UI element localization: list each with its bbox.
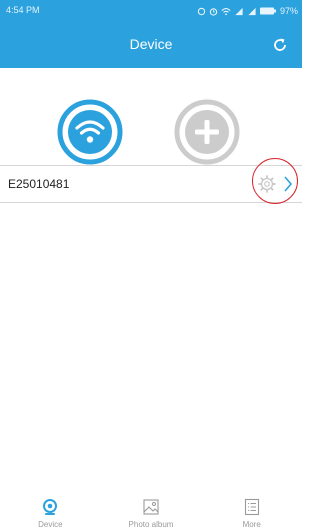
alarm-icon [197, 7, 206, 15]
nav-label-device: Device [38, 520, 63, 529]
image-icon [143, 499, 159, 515]
list-icon [244, 498, 259, 516]
nav-label-photo-album: Photo album [128, 520, 174, 529]
add-device-button[interactable] [172, 97, 242, 167]
nav-item-photo-album[interactable]: Photo album [101, 497, 202, 531]
signal-icon [235, 7, 243, 15]
battery-icon [259, 7, 276, 15]
timer-icon [209, 7, 218, 16]
nav-item-device[interactable]: Device [0, 497, 101, 531]
nav-label-more: More [242, 520, 261, 529]
nav-item-more[interactable]: More [201, 497, 302, 531]
wifi-status-icon [221, 7, 231, 15]
camera-icon [43, 499, 58, 515]
page-title: Device [129, 36, 173, 52]
signal-icon-2 [248, 7, 256, 15]
status-bar: 4:54 PM 97% [0, 0, 302, 22]
status-time: 4:54 PM [6, 5, 40, 15]
battery-percent: 97% [279, 6, 298, 16]
add-wifi-device-button[interactable] [55, 97, 125, 167]
bottom-nav: Device Photo album More [0, 497, 302, 531]
app-header: 4:54 PM 97% Device [0, 0, 302, 68]
refresh-icon[interactable] [270, 35, 290, 55]
highlight-circle-annotation [252, 158, 298, 204]
status-icons: 97% [197, 3, 298, 19]
device-name: E25010481 [8, 177, 70, 191]
